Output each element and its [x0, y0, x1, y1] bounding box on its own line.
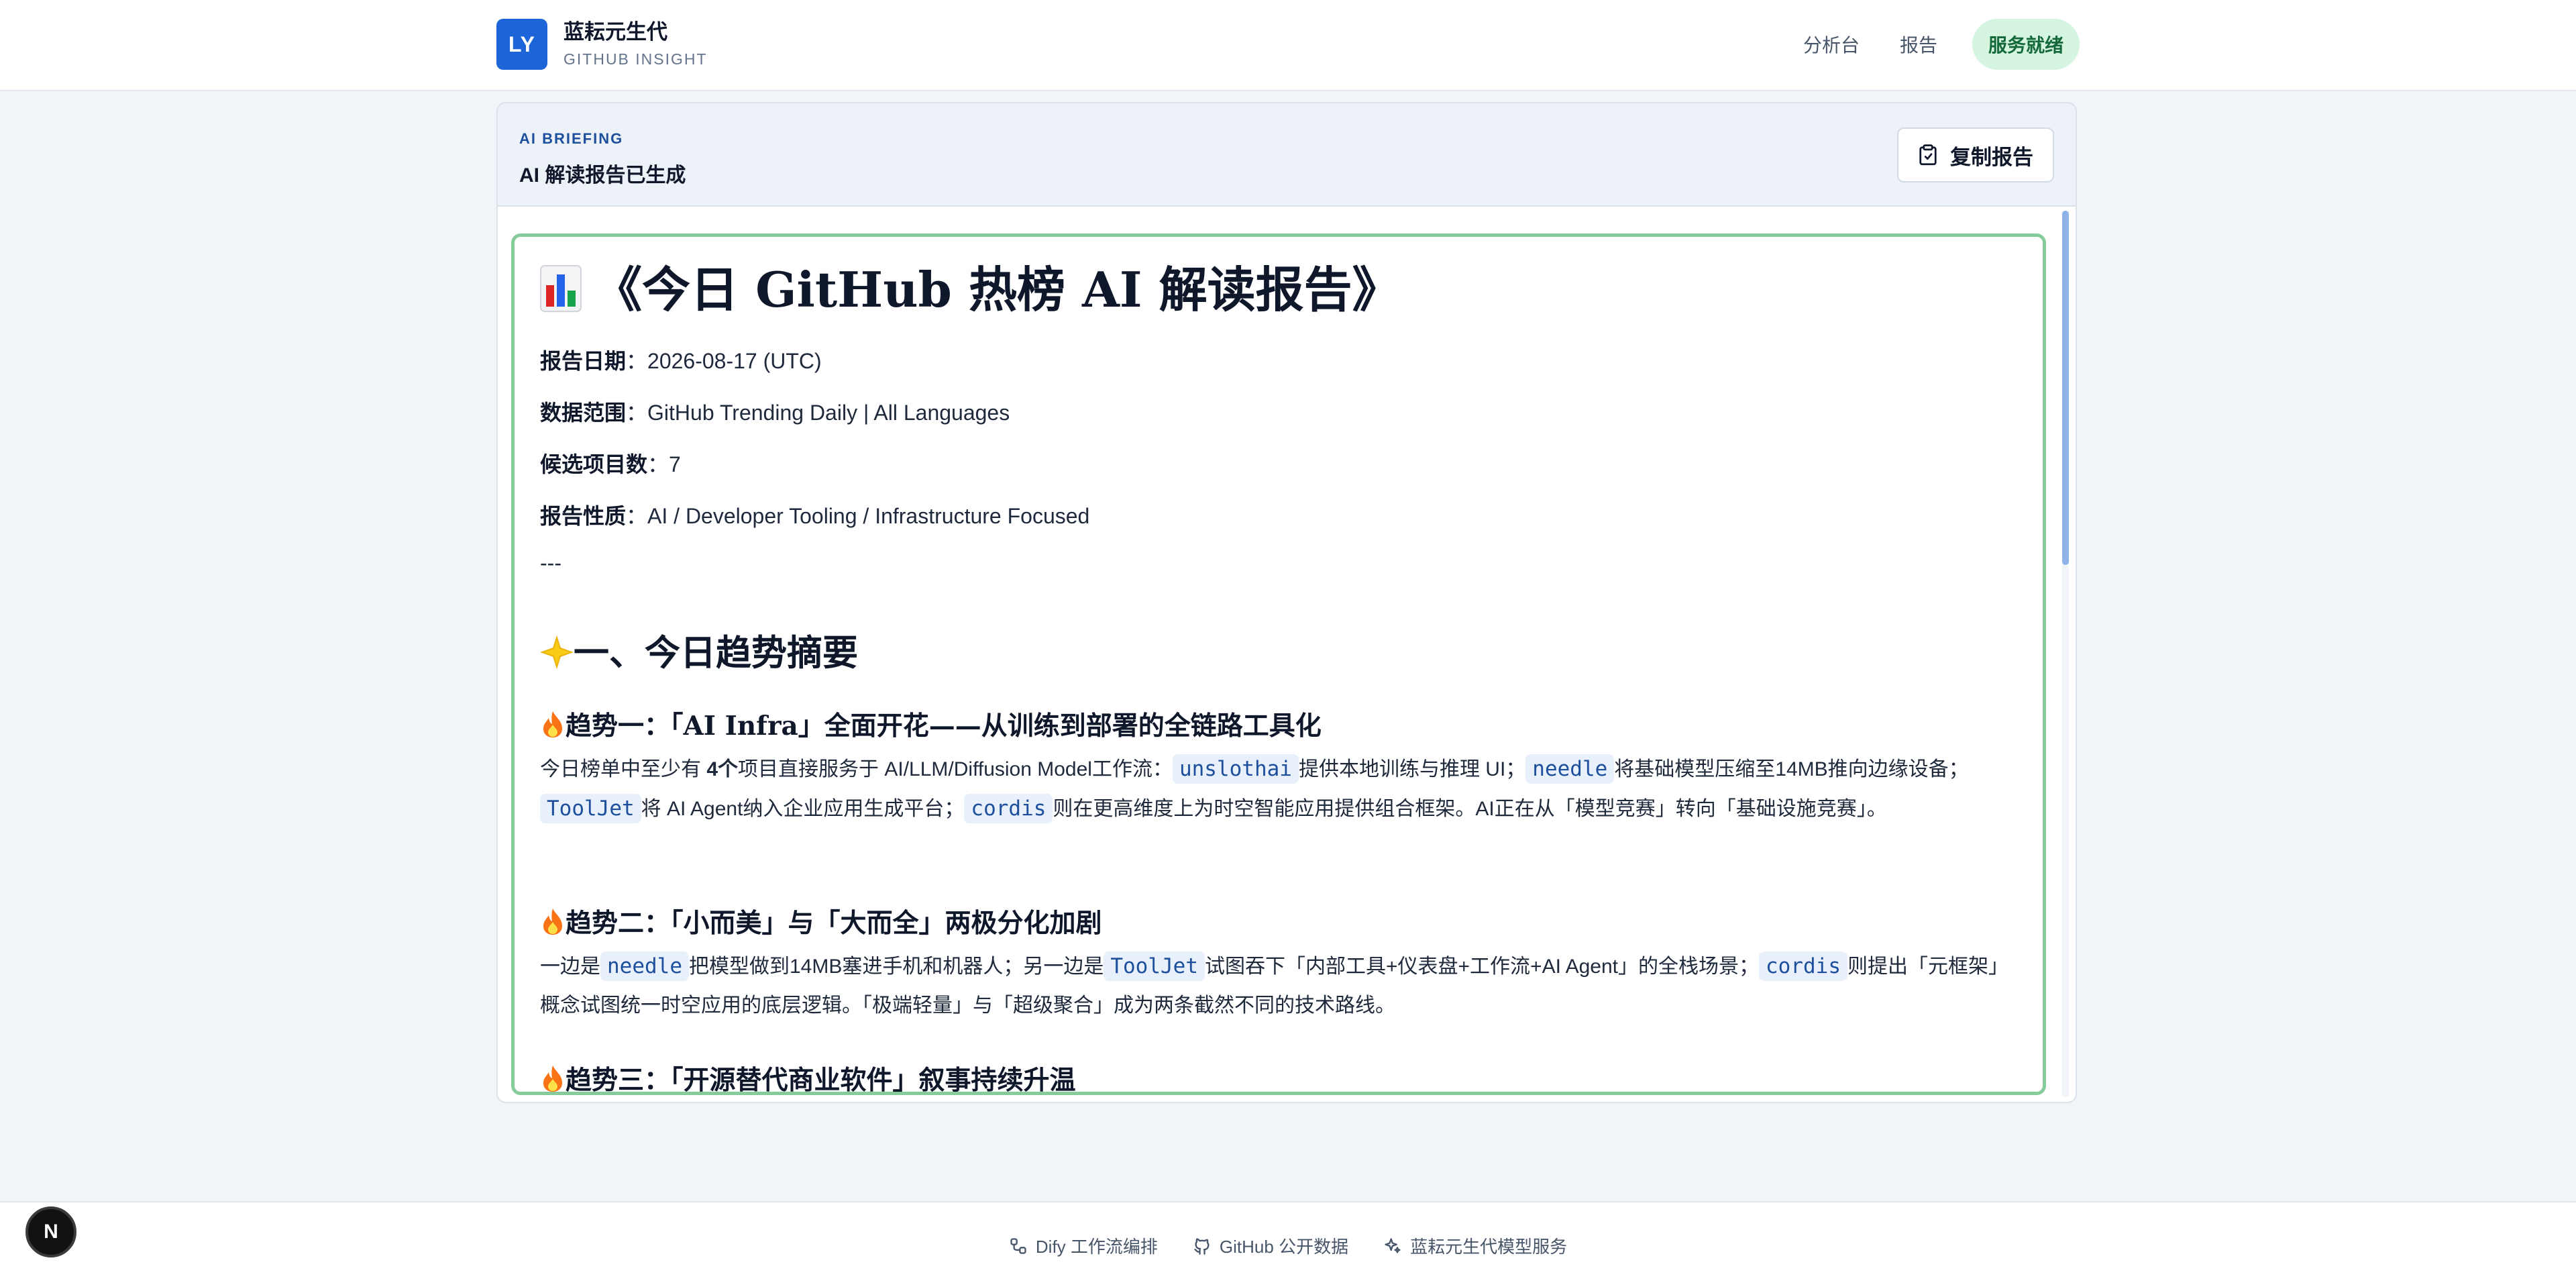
fire-icon — [543, 909, 562, 935]
footer-item-label: Dify 工作流编排 — [1035, 1237, 1158, 1257]
repo-tag[interactable]: ToolJet — [1104, 951, 1205, 981]
footer-item-label: 蓝耘元生代模型服务 — [1410, 1237, 1568, 1257]
fire-icon — [543, 711, 562, 737]
repo-tag[interactable]: cordis — [964, 794, 1053, 823]
report-content: 《今日 GitHub 热榜 AI 解读报告》 报告日期：2026-08-17 (… — [511, 234, 2046, 1095]
workflow-icon — [1010, 1237, 1026, 1254]
footer: Dify 工作流编排 GitHub 公开数据 蓝耘元生代模型服务 — [0, 1201, 2576, 1287]
meta-value: GitHub Trending Daily | All Languages — [647, 401, 1010, 425]
brand-text: 蓝耘元生代 GITHUB INSIGHT — [564, 19, 708, 70]
brand-name: 蓝耘元生代 — [564, 20, 667, 44]
meta-row-date: 报告日期：2026-08-17 (UTC) — [540, 349, 822, 373]
meta-row-scope: 数据范围：GitHub Trending Daily | All Languag… — [540, 401, 1010, 425]
sparkle-star-icon — [539, 635, 574, 670]
sparkles-icon — [1385, 1237, 1401, 1253]
copy-report-label: 复制报告 — [1950, 145, 2033, 169]
top-bar: LY 蓝耘元生代 GITHUB INSIGHT 分析台 报告 服务就绪 — [0, 0, 2576, 91]
report-scrollbar-thumb[interactable] — [2062, 211, 2069, 565]
meta-value: 7 — [669, 452, 681, 476]
brand-subtitle: GITHUB INSIGHT — [564, 50, 708, 68]
footer-item-dify[interactable]: Dify 工作流编排 — [1009, 1233, 1158, 1258]
meta-label: 报告性质 — [540, 504, 627, 528]
footer-item-github[interactable]: GitHub 公开数据 — [1193, 1233, 1348, 1258]
section-heading-text: 一、今日趋势摘要 — [574, 632, 858, 674]
github-icon — [1194, 1237, 1210, 1255]
meta-label: 报告日期 — [540, 349, 627, 373]
repo-tag[interactable]: cordis — [1759, 951, 1847, 981]
nav-link-report[interactable]: 报告 — [1900, 31, 1937, 58]
brand[interactable]: LY 蓝耘元生代 GITHUB INSIGHT — [496, 19, 708, 70]
separator: --- — [540, 551, 561, 575]
trend-1-title: 趋势一：「AI Infra」全面开花——从训练到部署的全链路工具化 — [566, 711, 1322, 741]
brand-logo: LY — [496, 19, 547, 70]
clipboard-icon — [1919, 144, 1937, 166]
repo-tag[interactable]: needle — [600, 951, 689, 981]
trend-1-heading: 趋势一：「AI Infra」全面开花——从训练到部署的全链路工具化 — [540, 705, 1322, 743]
nav-link-dashboard[interactable]: 分析台 — [1803, 31, 1860, 58]
bar-chart-icon — [540, 265, 582, 312]
card-title: AI 解读报告已生成 — [519, 164, 686, 187]
meta-label: 数据范围 — [540, 401, 627, 425]
fire-icon — [543, 1066, 562, 1092]
trend-3-title: 趋势三：「开源替代商业软件」叙事持续升温 — [566, 1065, 1076, 1095]
repo-tag[interactable]: ToolJet — [540, 794, 641, 823]
report-title-text: 《今日 GitHub 热榜 AI 解读报告》 — [594, 261, 1401, 318]
footer-item-model[interactable]: 蓝耘元生代模型服务 — [1383, 1233, 1567, 1258]
trend-1-paragraph: 今日榜单中至少有 4个项目直接服务于 AI/LLM/Diffusion Mode… — [540, 750, 2016, 829]
section-heading-trends: 一、今日趋势摘要 — [539, 625, 858, 676]
report-title: 《今日 GitHub 热榜 AI 解读报告》 — [540, 250, 1401, 321]
repo-tag[interactable]: unslothai — [1172, 754, 1299, 784]
service-status-badge: 服务就绪 — [1972, 19, 2080, 70]
card-kicker: AI BRIEFING — [519, 130, 624, 147]
meta-label: 候选项目数 — [540, 452, 648, 476]
report-scrollbar[interactable] — [2062, 211, 2069, 1096]
meta-value: 2026-08-17 (UTC) — [647, 349, 822, 373]
copy-report-button[interactable]: 复制报告 — [1897, 127, 2054, 183]
briefing-card: AI BRIEFING AI 解读报告已生成 复制报告 《今日 GitHub 热… — [496, 102, 2077, 1103]
meta-value: AI / Developer Tooling / Infrastructure … — [647, 504, 1090, 528]
trend-2-paragraph: 一边是 needle 把模型做到14MB塞进手机和机器人；另一边是 ToolJet 试图… — [540, 947, 2016, 1025]
footer-item-label: GitHub 公开数据 — [1219, 1237, 1349, 1257]
trend-2-title: 趋势二：「小而美」与「大而全」两极分化加剧 — [566, 908, 1102, 939]
top-nav: 分析台 报告 服务就绪 — [1763, 19, 2080, 70]
meta-row-nature: 报告性质：AI / Developer Tooling / Infrastruc… — [540, 504, 1090, 528]
trend-2-heading: 趋势二：「小而美」与「大而全」两极分化加剧 — [540, 903, 1102, 940]
trend-3-heading: 趋势三：「开源替代商业软件」叙事持续升温 — [540, 1060, 1076, 1095]
card-header: AI BRIEFING AI 解读报告已生成 复制报告 — [498, 103, 2076, 207]
repo-tag[interactable]: needle — [1525, 754, 1615, 784]
meta-row-count: 候选项目数：7 — [540, 452, 681, 476]
nextjs-dev-badge[interactable]: N — [25, 1206, 76, 1257]
